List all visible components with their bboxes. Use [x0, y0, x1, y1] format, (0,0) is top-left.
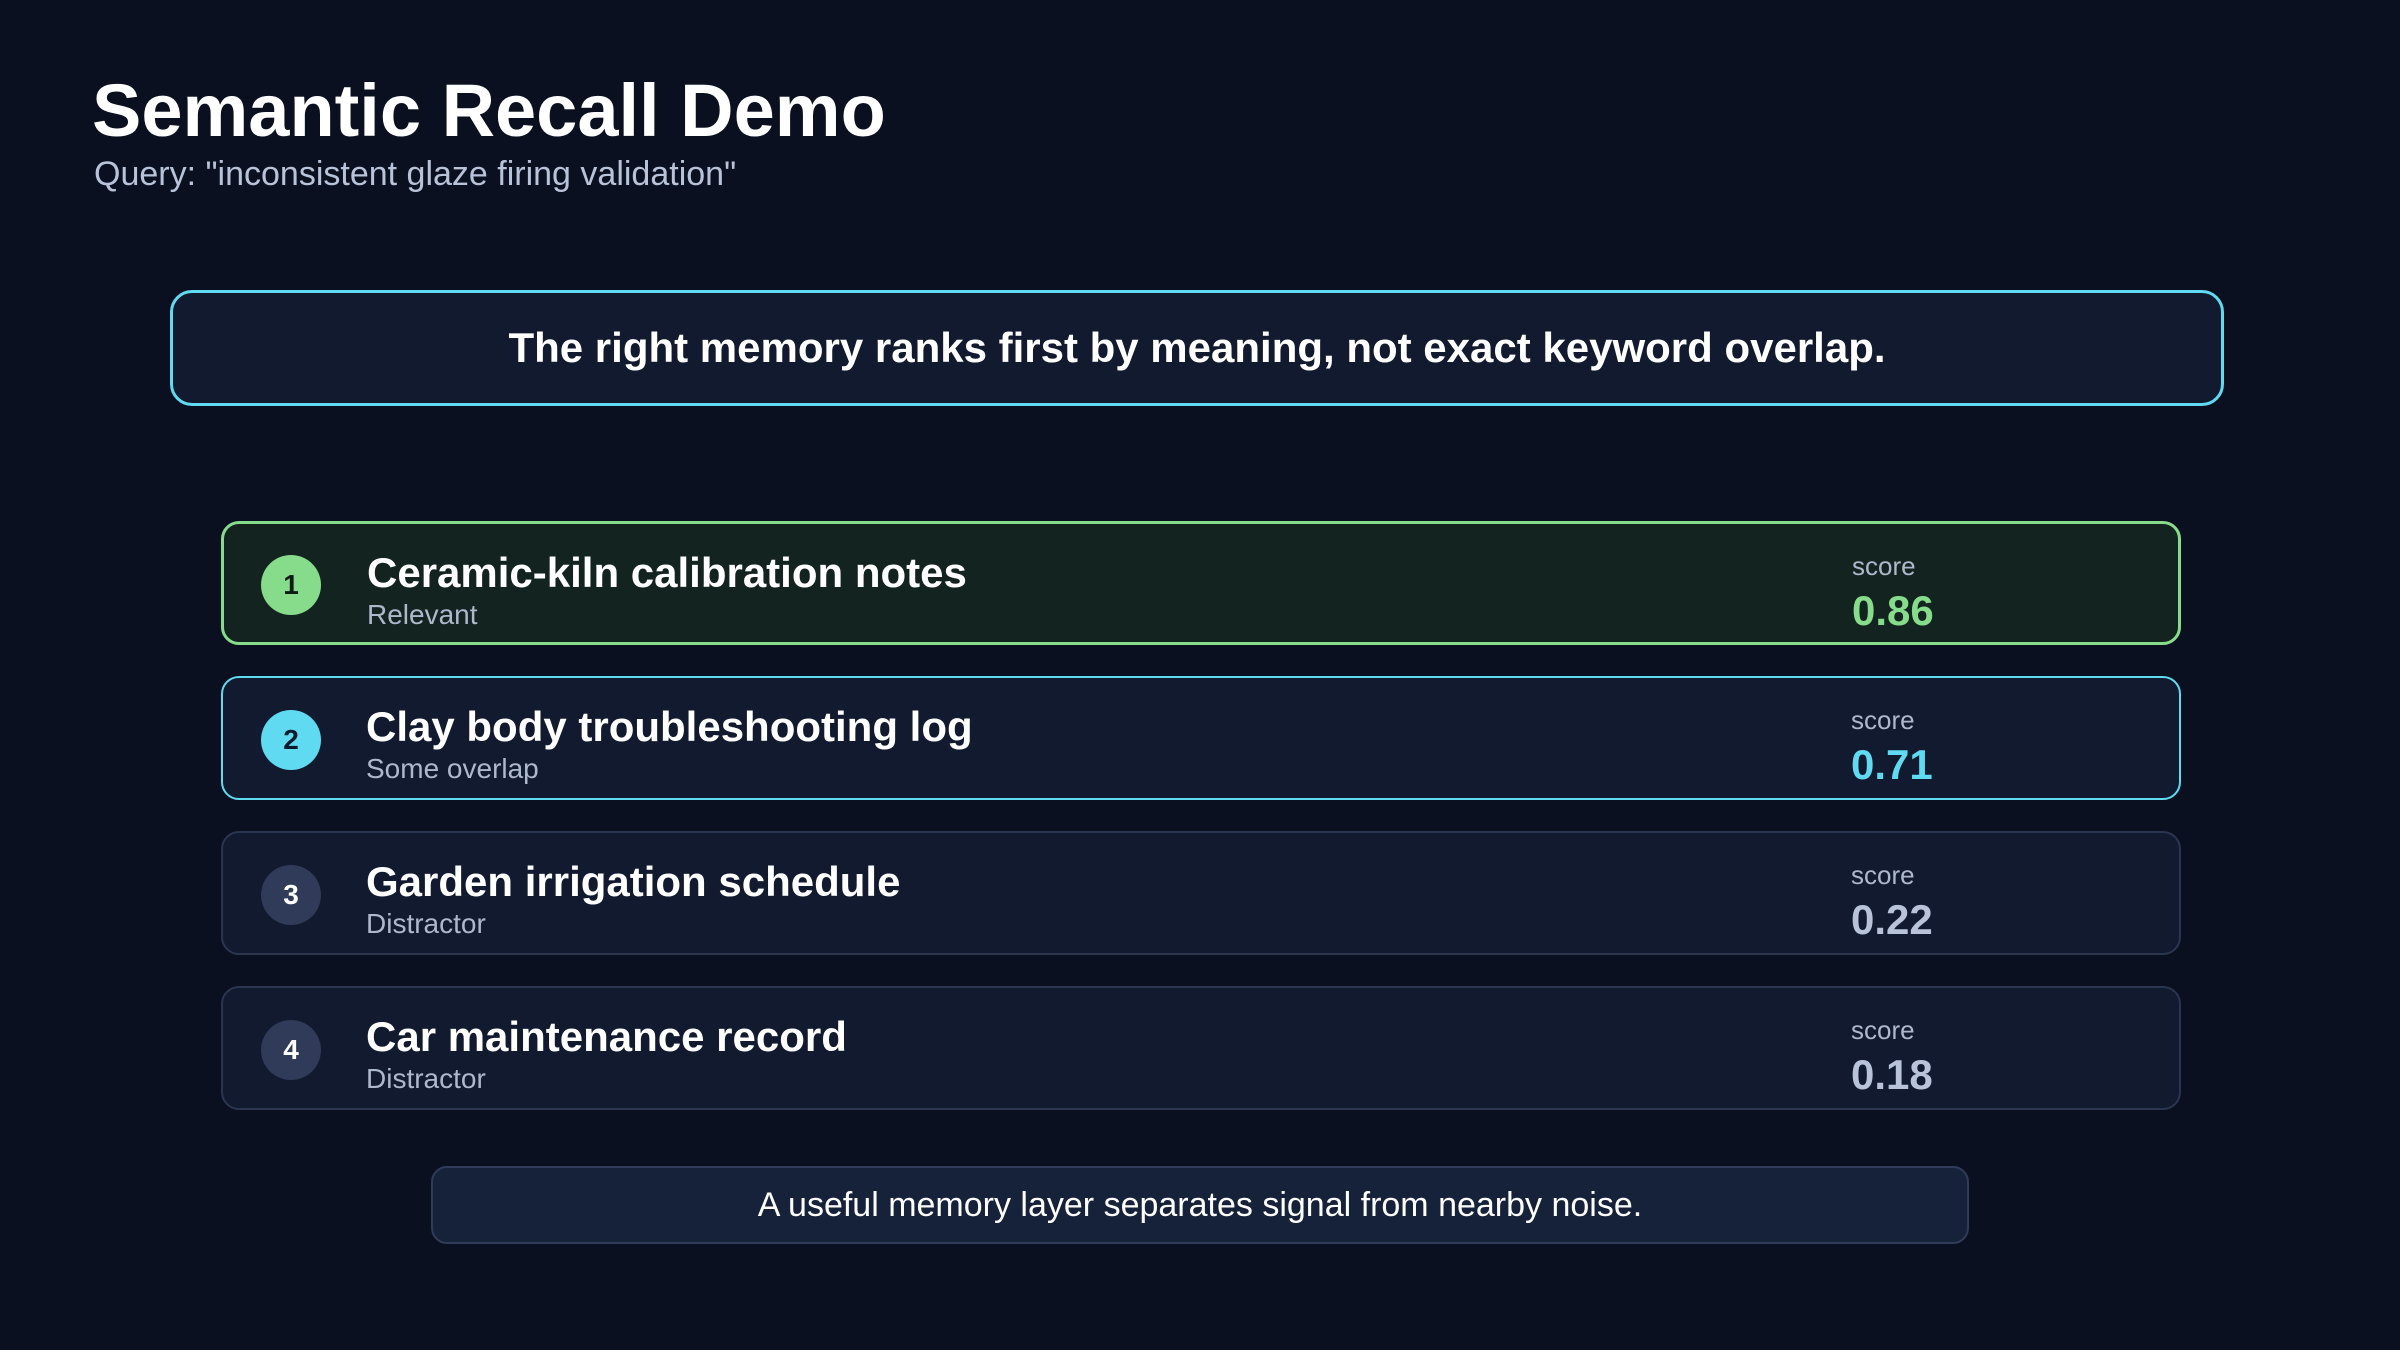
result-tag: Relevant: [367, 599, 478, 630]
rank-badge: 3: [261, 865, 321, 925]
result-card-4[interactable]: 4 Car maintenance record Distractor scor…: [221, 986, 2181, 1110]
result-title: Clay body troubleshooting log: [366, 703, 973, 750]
score-value: 0.22: [1851, 896, 1933, 943]
score-value: 0.18: [1851, 1051, 1933, 1098]
score-value: 0.71: [1851, 741, 1933, 788]
rank-badge: 1: [261, 555, 321, 615]
result-card-3[interactable]: 3 Garden irrigation schedule Distractor …: [221, 831, 2181, 955]
score-label: score: [1851, 1015, 1915, 1045]
insight-banner: The right memory ranks first by meaning,…: [170, 290, 2224, 406]
result-title: Garden irrigation schedule: [366, 858, 901, 905]
footer-text: A useful memory layer separates signal f…: [757, 1185, 1643, 1224]
result-card-2[interactable]: 2 Clay body troubleshooting log Some ove…: [221, 676, 2181, 800]
result-card-1[interactable]: 1 Ceramic-kiln calibration notes Relevan…: [221, 521, 2181, 645]
page-title: Semantic Recall Demo: [92, 69, 886, 152]
footer-note: A useful memory layer separates signal f…: [431, 1166, 1969, 1244]
query-text: Query: "inconsistent glaze firing valida…: [94, 155, 737, 193]
result-title: Car maintenance record: [366, 1013, 847, 1060]
result-tag: Distractor: [366, 1063, 486, 1094]
score-value: 0.86: [1852, 587, 1934, 634]
score-label: score: [1852, 551, 1916, 581]
rank-badge: 4: [261, 1020, 321, 1080]
result-title: Ceramic-kiln calibration notes: [367, 549, 967, 596]
rank-badge: 2: [261, 710, 321, 770]
result-tag: Distractor: [366, 908, 486, 939]
score-label: score: [1851, 705, 1915, 735]
slide: Semantic Recall Demo Query: "inconsisten…: [0, 0, 2400, 1350]
result-tag: Some overlap: [366, 753, 539, 784]
banner-text: The right memory ranks first by meaning,…: [508, 324, 1886, 371]
score-label: score: [1851, 860, 1915, 890]
